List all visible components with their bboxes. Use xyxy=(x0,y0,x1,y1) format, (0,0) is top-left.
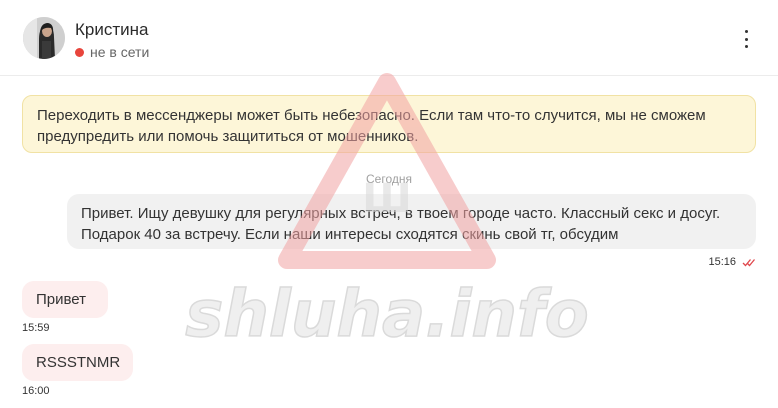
more-vertical-icon[interactable] xyxy=(740,30,752,48)
message-time: 15:16 xyxy=(708,256,736,268)
outgoing-message: Привет. Ищу девушку для регулярных встре… xyxy=(67,194,756,249)
date-separator: Сегодня xyxy=(366,172,412,186)
contact-status: не в сети xyxy=(75,44,149,60)
offline-dot-icon xyxy=(75,47,84,57)
outgoing-message-meta: 15:16 xyxy=(708,256,756,268)
contact-status-text: не в сети xyxy=(90,44,150,60)
avatar-photo xyxy=(23,17,65,59)
messenger-warning-banner: Переходить в мессенджеры может быть небе… xyxy=(22,95,756,153)
contact-name: Кристина xyxy=(75,20,149,39)
message-time: 16:00 xyxy=(22,385,50,397)
chat-header: Кристина не в сети xyxy=(0,0,778,76)
message-time: 15:59 xyxy=(22,322,50,334)
double-check-icon xyxy=(742,258,755,266)
incoming-message: Привет xyxy=(22,281,108,318)
avatar[interactable] xyxy=(23,17,65,59)
watermark-site-name: shluha.info xyxy=(185,278,589,352)
incoming-message: RSSSTNMR xyxy=(22,344,133,381)
